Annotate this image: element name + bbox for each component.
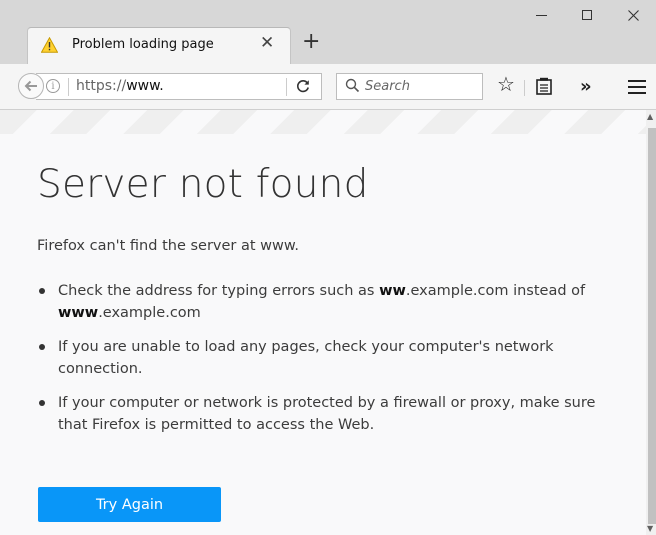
overflow-icon[interactable]: » [580, 76, 592, 97]
url-divider-right [286, 78, 287, 96]
bookmarks-library-icon[interactable] [536, 77, 552, 99]
bullet [39, 288, 45, 294]
url-divider [68, 78, 69, 96]
url-text[interactable]: https://www. [76, 78, 164, 94]
tab-problem-loading[interactable]: Problem loading page ✕ [27, 27, 291, 64]
search-bar[interactable] [336, 73, 483, 100]
back-arrow-icon [24, 80, 37, 92]
new-tab-button[interactable]: + [302, 31, 320, 53]
close-icon [627, 9, 639, 21]
tip-bold-ww: ww [379, 283, 406, 299]
tip-text-mid: .example.com instead of [405, 283, 586, 299]
url-host: www. [126, 78, 164, 94]
bookmark-star-icon[interactable]: ☆ [497, 74, 515, 94]
nav-toolbar: i https://www. ☆ » [0, 64, 656, 110]
tip-text-post: .example.com [98, 305, 201, 321]
url-bar[interactable]: i https://www. [36, 73, 322, 100]
scroll-up-icon[interactable]: ▲ [647, 112, 653, 121]
tip-text: If you are unable to load any pages, che… [58, 339, 554, 377]
minimize-button[interactable] [518, 0, 564, 30]
list-item: If you are unable to load any pages, che… [37, 336, 627, 380]
search-input[interactable] [365, 77, 477, 96]
maximize-icon [582, 10, 592, 20]
reload-icon[interactable] [296, 79, 310, 96]
minimize-icon [535, 14, 547, 16]
page-title: Server not found [37, 162, 369, 207]
back-button[interactable] [18, 73, 44, 99]
info-icon[interactable]: i [46, 79, 60, 93]
maximize-button[interactable] [564, 0, 610, 30]
scrollbar-thumb[interactable] [648, 128, 656, 524]
header-stripes [0, 110, 646, 134]
warning-icon [41, 37, 58, 53]
window-close-button[interactable] [610, 0, 656, 30]
tip-text-pre: Check the address for typing errors such… [58, 283, 380, 299]
bullet [39, 400, 45, 406]
tip-text: If your computer or network is protected… [58, 395, 596, 433]
error-description: Firefox can't find the server at www. [37, 238, 300, 254]
list-item: If your computer or network is protected… [37, 392, 627, 436]
try-again-button[interactable]: Try Again [38, 487, 221, 522]
scroll-down-icon[interactable]: ▼ [647, 524, 653, 533]
tip-bold-www: www [58, 305, 99, 321]
tab-strip: Problem loading page ✕ + [0, 0, 656, 64]
hamburger-menu-icon[interactable] [628, 80, 646, 98]
url-prefix: https:// [76, 78, 127, 94]
list-item: Check the address for typing errors such… [37, 280, 627, 324]
tab-title: Problem loading page [72, 37, 214, 52]
suggestion-list: Check the address for typing errors such… [37, 280, 627, 448]
bullet [39, 344, 45, 350]
toolbar-divider [524, 80, 525, 96]
tab-close-icon[interactable]: ✕ [260, 33, 274, 53]
search-icon [345, 78, 360, 93]
